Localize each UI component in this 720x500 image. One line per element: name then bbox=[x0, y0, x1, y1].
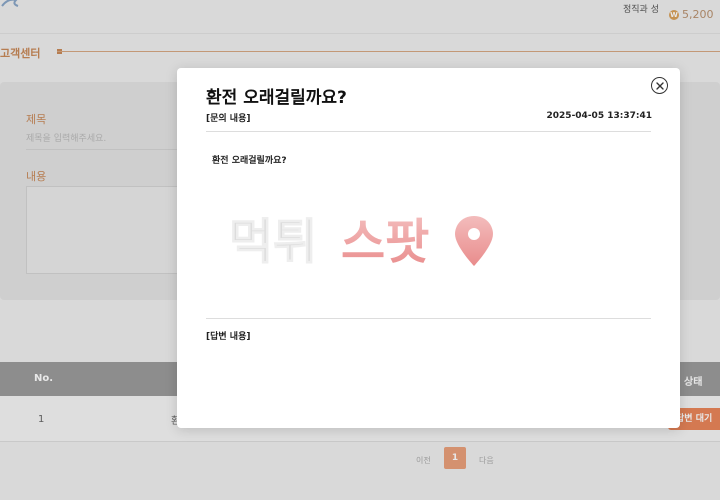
modal-title: 환전 오래걸릴까요? bbox=[206, 88, 347, 108]
inquiry-label: [문의 내용] bbox=[206, 114, 251, 124]
close-button[interactable] bbox=[651, 77, 668, 94]
answer-label: [답변 내용] bbox=[206, 332, 251, 342]
inquiry-detail-modal: 환전 오래걸릴까요? [문의 내용] 2025-04-05 13:37:41 환… bbox=[177, 68, 680, 428]
location-pin-icon bbox=[455, 216, 493, 266]
watermark-logo: 먹튀 스팟 bbox=[229, 214, 493, 271]
close-circle-icon bbox=[655, 81, 664, 90]
inquiry-body: 환전 오래걸릴까요? bbox=[212, 156, 287, 166]
answer-divider bbox=[206, 318, 651, 319]
svg-text:먹튀: 먹튀 bbox=[229, 214, 317, 270]
inquiry-date: 2025-04-05 13:37:41 bbox=[546, 111, 652, 121]
svg-text:스팟: 스팟 bbox=[341, 214, 429, 270]
inquiry-divider bbox=[206, 131, 651, 132]
